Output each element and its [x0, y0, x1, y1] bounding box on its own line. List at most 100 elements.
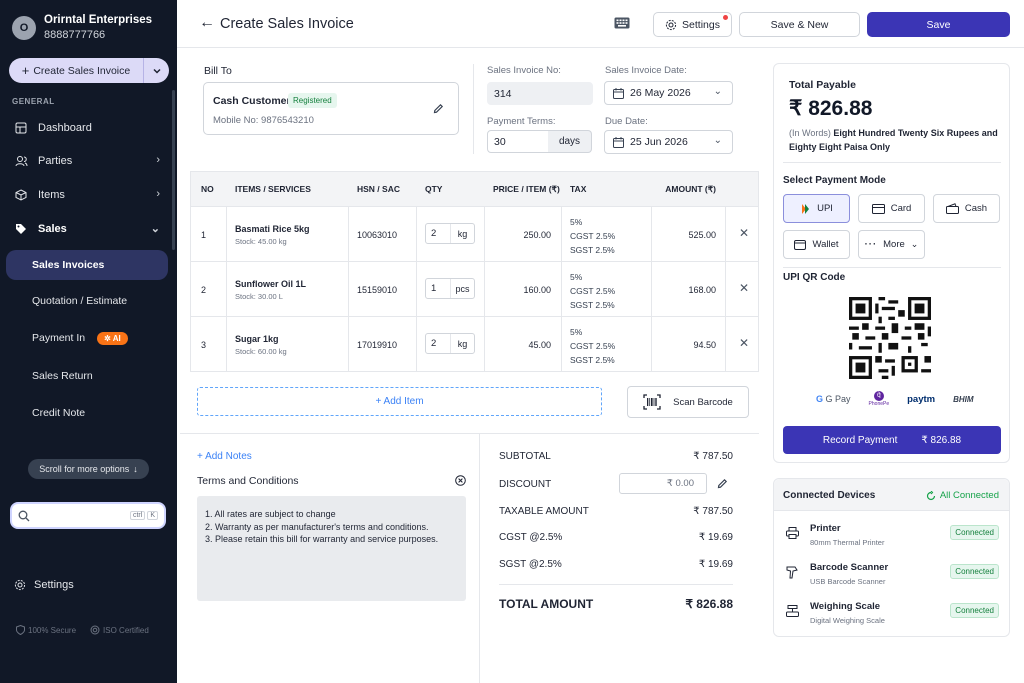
barcode-scanner-icon	[786, 566, 798, 582]
quantity-field[interactable]: 2 kg	[425, 223, 475, 244]
sidebar-sub-label: Sales Return	[32, 370, 93, 382]
device-name: Weighing Scale	[810, 601, 881, 612]
sidebar-item-sales-invoices[interactable]: Sales Invoices	[6, 250, 168, 280]
payment-mode-card[interactable]: Card	[858, 194, 925, 223]
edit-icon[interactable]	[717, 478, 728, 492]
quantity-field[interactable]: 1 pcs	[425, 278, 475, 299]
company-switcher[interactable]: O Orirntal Enterprises 8888777766	[12, 14, 152, 41]
sidebar-sub-label: Sales Invoices	[32, 259, 105, 271]
keyboard-icon[interactable]	[614, 17, 630, 32]
cgst-rate: CGST 2.5%	[570, 341, 616, 351]
scroll-more-button[interactable]: Scroll for more options ↓	[28, 459, 149, 479]
due-date-picker[interactable]: 25 Jun 2026 ⌄	[604, 130, 733, 154]
quantity-input[interactable]: 2	[426, 334, 451, 353]
sidebar-item-settings[interactable]: Settings	[14, 579, 74, 591]
item-cell[interactable]: Sunflower Oil 1L Stock: 30.00 L	[235, 279, 306, 301]
cgst-row: CGST @2.5% ₹ 19.69	[499, 532, 733, 543]
page-title: Create Sales Invoice	[220, 16, 354, 32]
payment-app-logos: G G Pay पे PhonePe paytm BHIM	[816, 391, 974, 407]
save-and-new-button[interactable]: Save & New	[739, 12, 860, 37]
quantity-field[interactable]: 2 kg	[425, 333, 475, 354]
subtotal-label: SUBTOTAL	[499, 451, 551, 462]
subtotal-value: ₹ 787.50	[693, 451, 733, 462]
item-cell[interactable]: Sugar 1kg Stock: 60.00 kg	[235, 334, 287, 356]
total-payable-label: Total Payable	[789, 79, 856, 91]
chevron-down-icon: ⌄	[713, 135, 722, 146]
arrow-down-icon: ↓	[133, 464, 138, 474]
sidebar-item-items[interactable]: Items ›	[6, 181, 168, 209]
sidebar-item-label: Sales	[38, 223, 67, 235]
sidebar-item-payment-in[interactable]: Payment In ✲ AI	[6, 323, 168, 353]
payment-mode-upi[interactable]: UPI	[783, 194, 850, 223]
quantity-input[interactable]: 2	[426, 224, 451, 243]
chevron-down-icon: ⌄	[713, 86, 722, 97]
price-value[interactable]: 250.00	[523, 230, 551, 240]
payment-panel: Total Payable ₹ 826.88 (In Words) Eight …	[773, 63, 1010, 463]
scan-barcode-button[interactable]: Scan Barcode	[627, 386, 749, 418]
credit-card-icon	[871, 203, 885, 214]
gear-icon	[665, 19, 677, 30]
sidebar-item-sales[interactable]: Sales ⌄	[6, 215, 168, 243]
cash-icon	[945, 203, 959, 214]
add-notes-link[interactable]: + Add Notes	[197, 451, 252, 462]
sidebar-item-parties[interactable]: Parties ›	[6, 147, 168, 175]
quantity-input[interactable]: 1	[426, 279, 451, 298]
record-payment-amount: ₹ 826.88	[921, 434, 962, 446]
item-stock: Stock: 45.00 kg	[235, 237, 287, 246]
iso-badge: ISO Certified	[90, 625, 149, 635]
device-row-scanner[interactable]: Barcode Scanner USB Barcode Scanner Conn…	[774, 558, 1009, 596]
create-button-label: Create Sales Invoice	[33, 64, 131, 77]
device-row-printer[interactable]: Printer 80mm Thermal Printer Connected	[774, 519, 1009, 557]
payment-mode-cash[interactable]: Cash	[933, 194, 1000, 223]
gear-icon	[14, 579, 26, 591]
sidebar-item-quotation[interactable]: Quotation / Estimate	[6, 286, 168, 316]
close-icon[interactable]: ✕	[739, 281, 749, 295]
back-arrow-icon[interactable]: ←	[199, 14, 215, 32]
divider	[499, 584, 733, 585]
column-header: PRICE / ITEM (₹)	[493, 184, 560, 194]
hsn-code: 15159010	[357, 285, 398, 295]
close-circle-icon[interactable]	[455, 475, 466, 489]
taxable-row: TAXABLE AMOUNT ₹ 787.50	[499, 506, 733, 517]
sidebar-scrollbar[interactable]	[172, 90, 175, 250]
divider	[479, 433, 480, 683]
discount-input[interactable]: ₹ 0.00	[619, 473, 707, 494]
record-payment-label: Record Payment	[822, 434, 898, 446]
add-item-button[interactable]: + Add Item	[197, 387, 602, 416]
printer-icon	[786, 527, 799, 542]
sidebar-item-credit-note[interactable]: Credit Note	[6, 398, 168, 428]
total-row: TOTAL AMOUNT ₹ 826.88	[499, 597, 733, 611]
terms-textarea[interactable]: 1. All rates are subject to change 2. Wa…	[197, 496, 466, 601]
taxable-value: ₹ 787.50	[693, 506, 733, 517]
payment-mode-wallet[interactable]: Wallet	[783, 230, 850, 259]
price-value[interactable]: 45.00	[528, 340, 551, 350]
paytm-logo: paytm	[907, 393, 936, 405]
section-label-general: GENERAL	[12, 97, 55, 106]
invoice-date-label: Sales Invoice Date:	[605, 65, 687, 76]
sidebar-item-sales-return[interactable]: Sales Return	[6, 361, 168, 391]
payment-mode-more[interactable]: ··· More ⌄	[858, 230, 925, 259]
hsn-code: 10063010	[357, 230, 398, 240]
device-description: USB Barcode Scanner	[810, 577, 886, 586]
settings-button[interactable]: Settings	[653, 12, 732, 37]
chevron-down-icon[interactable]	[143, 58, 169, 83]
sidebar-search-input[interactable]: ctrl K	[10, 502, 166, 529]
cgst-label: CGST @2.5%	[499, 532, 563, 543]
sidebar-sub-label: Quotation / Estimate	[32, 295, 128, 307]
create-sales-invoice-button[interactable]: + Create Sales Invoice	[9, 58, 169, 83]
invoice-number-field[interactable]: 314	[487, 82, 593, 105]
chevron-down-icon: ⌄	[150, 223, 160, 235]
close-icon[interactable]: ✕	[739, 226, 749, 240]
payment-terms-input[interactable]: 30	[487, 130, 549, 153]
invoice-date-picker[interactable]: 26 May 2026 ⌄	[604, 81, 733, 105]
bill-to-card[interactable]: Cash Customer Registered Mobile No: 9876…	[203, 82, 459, 135]
price-value[interactable]: 160.00	[523, 285, 551, 295]
save-button[interactable]: Save	[867, 12, 1010, 37]
edit-icon[interactable]	[433, 103, 444, 117]
item-cell[interactable]: Basmati Rice 5kg Stock: 45.00 kg	[235, 224, 310, 246]
close-icon[interactable]: ✕	[739, 336, 749, 350]
record-payment-button[interactable]: Record Payment ₹ 826.88	[783, 426, 1001, 454]
device-row-scale[interactable]: Weighing Scale Digital Weighing Scale Co…	[774, 597, 1009, 635]
tax-rate: 5%	[570, 327, 583, 337]
sidebar-item-dashboard[interactable]: Dashboard	[6, 114, 168, 142]
